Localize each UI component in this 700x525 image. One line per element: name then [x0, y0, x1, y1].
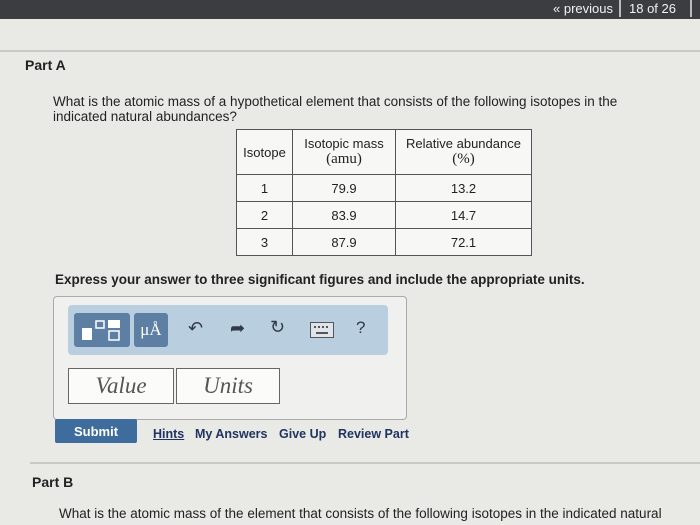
top-nav-bar: « previous 18 of 26: [0, 0, 700, 19]
templates-button[interactable]: [74, 313, 130, 347]
undo-icon[interactable]: ↶: [188, 318, 203, 339]
header-isotope: Isotope: [236, 129, 293, 175]
review-part-link[interactable]: Review Part: [338, 427, 409, 441]
give-up-link[interactable]: Give Up: [279, 427, 326, 441]
header-abund-line1: Relative abundance: [406, 136, 521, 151]
keyboard-icon[interactable]: [310, 322, 334, 338]
nav-separator: [690, 0, 692, 17]
part-a-question-line2: indicated natural abundances?: [53, 109, 237, 124]
section-divider: [0, 50, 700, 52]
cell-mass: 83.9: [292, 201, 396, 229]
reset-icon[interactable]: ↻: [270, 317, 285, 338]
cell-abundance: 14.7: [395, 201, 532, 229]
cell-isotope: 3: [236, 228, 293, 256]
hints-link[interactable]: Hints: [153, 427, 184, 441]
part-b-question-line1: What is the atomic mass of the element t…: [59, 506, 662, 521]
my-answers-link[interactable]: My Answers: [195, 427, 267, 441]
header-mass-line1: Isotopic mass: [304, 136, 384, 151]
nav-separator: [619, 0, 621, 17]
part-a-title: Part A: [25, 57, 66, 73]
cell-mass: 87.9: [292, 228, 396, 256]
cell-abundance: 13.2: [395, 174, 532, 202]
submit-button[interactable]: Submit: [55, 419, 137, 443]
units-input[interactable]: Units: [176, 368, 280, 404]
cell-mass: 79.9: [292, 174, 396, 202]
table-row: 3 87.9 72.1: [236, 228, 532, 256]
header-abund-line2: (%): [452, 151, 475, 167]
header-relative-abundance: Relative abundance (%): [395, 129, 532, 175]
part-b-title: Part B: [32, 474, 74, 490]
table-row: 1 79.9 13.2: [236, 174, 532, 202]
redo-icon[interactable]: ➦: [230, 318, 245, 339]
question-position: 18 of 26: [629, 1, 676, 16]
table-row: 2 83.9 14.7: [236, 201, 532, 229]
keyboard-keys: [314, 326, 328, 334]
help-button[interactable]: ?: [356, 318, 365, 338]
cell-isotope: 1: [236, 174, 293, 202]
header-isotopic-mass: Isotopic mass (amu): [292, 129, 396, 175]
section-divider: [30, 462, 700, 464]
isotope-table: Isotope Isotopic mass (amu) Relative abu…: [236, 129, 532, 256]
math-toolbar: μÅ ↶ ➦ ↻ ?: [68, 305, 388, 355]
templates-icon: [82, 320, 120, 341]
units-button[interactable]: μÅ: [134, 313, 168, 347]
answer-instruction: Express your answer to three significant…: [55, 272, 585, 287]
value-input[interactable]: Value: [68, 368, 174, 404]
table-header-row: Isotope Isotopic mass (amu) Relative abu…: [236, 129, 532, 175]
cell-isotope: 2: [236, 201, 293, 229]
cell-abundance: 72.1: [395, 228, 532, 256]
header-mass-line2: (amu): [326, 151, 362, 167]
previous-link[interactable]: « previous: [553, 1, 613, 16]
